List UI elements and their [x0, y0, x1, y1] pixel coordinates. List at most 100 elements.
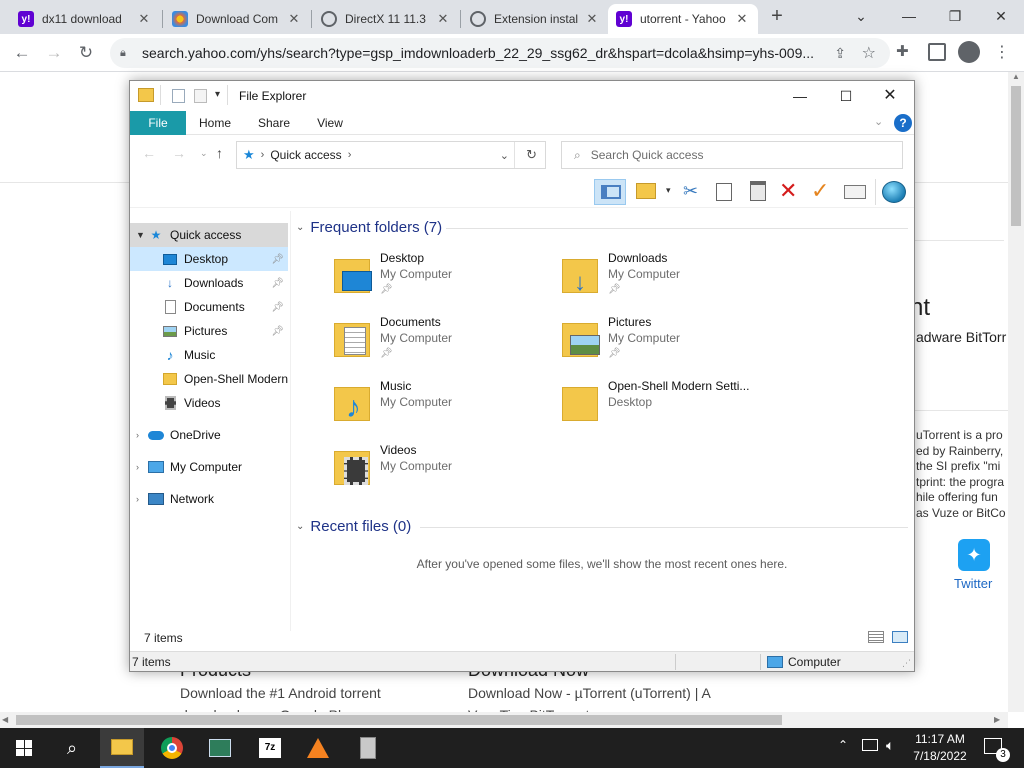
- paste-icon[interactable]: [750, 181, 766, 201]
- navigation-pane-toggle-icon[interactable]: [594, 179, 626, 205]
- pin-icon[interactable]: 📌︎: [380, 348, 393, 359]
- browser-tab-active[interactable]: y! utorrent - Yahoo ✕: [608, 4, 758, 34]
- scroll-thumb[interactable]: [16, 715, 782, 725]
- menu-kebab-icon[interactable]: ⋮: [994, 42, 1010, 62]
- forward-icon[interactable]: →: [40, 39, 68, 67]
- refresh-icon[interactable]: ↻: [526, 147, 537, 163]
- cut-icon[interactable]: ✂: [683, 181, 698, 202]
- taskbar-chrome-icon[interactable]: [150, 728, 194, 768]
- side-panel-icon[interactable]: [928, 43, 946, 61]
- clock-time[interactable]: 11:17 AM: [912, 732, 968, 746]
- folder-tile[interactable]: Videos My Computer: [332, 443, 542, 499]
- rename-icon[interactable]: [844, 185, 866, 199]
- minimize-icon[interactable]: —: [886, 0, 932, 32]
- frequent-folders-header[interactable]: ⌄ Frequent folders (7): [296, 219, 442, 236]
- maximize-icon[interactable]: ☐: [826, 83, 866, 109]
- lock-icon[interactable]: 🔒︎: [120, 47, 134, 60]
- expand-chevron-icon[interactable]: ›: [136, 462, 148, 472]
- browser-tab[interactable]: y! dx11 download ✕: [10, 4, 160, 34]
- large-icons-view-icon[interactable]: [892, 631, 908, 643]
- nav-my-computer[interactable]: › My Computer: [130, 455, 288, 479]
- scroll-up-icon[interactable]: ▲: [1011, 72, 1021, 86]
- nav-item-documents[interactable]: Documents 📌︎: [130, 295, 288, 319]
- scroll-thumb[interactable]: [1011, 86, 1021, 226]
- close-tab-icon[interactable]: ✕: [435, 11, 451, 27]
- address-bar[interactable]: ★ › Quick access › ⌄ ↻: [236, 141, 546, 169]
- help-icon[interactable]: ?: [894, 114, 912, 132]
- close-tab-icon[interactable]: ✕: [286, 11, 302, 27]
- collapse-chevron-icon[interactable]: ⌄: [296, 521, 304, 532]
- folder-tile[interactable]: Pictures My Computer 📌︎: [560, 315, 770, 371]
- restore-icon[interactable]: ❐: [932, 0, 978, 32]
- pane-splitter[interactable]: [290, 211, 291, 631]
- tab-file[interactable]: File: [130, 111, 186, 135]
- nav-item-open-shell[interactable]: Open-Shell Modern: [130, 367, 288, 391]
- delete-icon[interactable]: ✕: [779, 178, 797, 204]
- share-icon[interactable]: ⇪: [834, 45, 846, 62]
- expand-chevron-icon[interactable]: ▼: [136, 230, 148, 240]
- folder-tile[interactable]: Desktop My Computer 📌︎: [332, 251, 542, 307]
- expand-ribbon-icon[interactable]: ⌄: [874, 115, 883, 128]
- new-folder-icon[interactable]: [194, 89, 207, 103]
- internet-options-globe-icon[interactable]: [882, 181, 906, 203]
- properties-check-icon[interactable]: ✓: [811, 178, 829, 204]
- address-bar[interactable]: 🔒︎ search.yahoo.com/yhs/search?type=gsp_…: [110, 38, 890, 68]
- reload-icon[interactable]: ↻: [72, 39, 100, 67]
- recent-locations-icon[interactable]: ⌄: [200, 148, 208, 159]
- folder-tile[interactable]: Documents My Computer 📌︎: [332, 315, 542, 371]
- show-hidden-icons-icon[interactable]: ⌃: [838, 738, 848, 752]
- nav-item-desktop[interactable]: Desktop 📌︎: [130, 247, 288, 271]
- search-icon[interactable]: ⌕: [50, 728, 94, 768]
- copy-icon[interactable]: [716, 183, 732, 201]
- nav-network[interactable]: › Network: [130, 487, 288, 511]
- nav-onedrive[interactable]: › OneDrive: [130, 423, 288, 447]
- tab-home[interactable]: Home: [190, 111, 240, 135]
- volume-icon[interactable]: 🔈︎: [886, 737, 894, 754]
- address-dropdown-icon[interactable]: ⌄: [500, 149, 509, 162]
- new-tab-button[interactable]: +: [766, 5, 788, 27]
- explorer-app-icon[interactable]: [138, 88, 154, 102]
- nav-item-music[interactable]: ♪ Music: [130, 343, 288, 367]
- nav-quick-access[interactable]: ▼ ★ Quick access: [130, 223, 288, 247]
- profile-avatar-icon[interactable]: [958, 41, 980, 63]
- taskbar-app-icon[interactable]: [198, 728, 242, 768]
- close-window-icon[interactable]: ✕: [978, 0, 1024, 32]
- tab-share[interactable]: Share: [250, 111, 298, 135]
- nav-item-videos[interactable]: Videos: [130, 391, 288, 415]
- recent-files-header[interactable]: ⌄ Recent files (0): [296, 518, 411, 535]
- pin-icon[interactable]: 📌︎: [271, 254, 284, 265]
- expand-chevron-icon[interactable]: ›: [136, 430, 148, 440]
- customize-quick-access-icon[interactable]: ▾: [215, 89, 220, 100]
- pin-icon[interactable]: 📌︎: [608, 348, 621, 359]
- browser-tab[interactable]: Download Com ✕: [164, 4, 310, 34]
- scroll-left-icon[interactable]: ◀: [2, 715, 8, 724]
- nav-item-pictures[interactable]: Pictures 📌︎: [130, 319, 288, 343]
- pin-icon[interactable]: 📌︎: [271, 278, 284, 289]
- close-tab-icon[interactable]: ✕: [136, 11, 152, 27]
- folder-tile[interactable]: ↓ Downloads My Computer 📌︎: [560, 251, 770, 307]
- taskbar-file-explorer-icon[interactable]: [100, 728, 144, 768]
- taskbar-7zip-icon[interactable]: 7z: [248, 728, 292, 768]
- tab-view[interactable]: View: [306, 111, 354, 135]
- bookmark-star-icon[interactable]: ☆: [862, 43, 876, 63]
- expand-chevron-icon[interactable]: ›: [136, 494, 148, 504]
- tab-search-icon[interactable]: ⌄: [838, 0, 884, 32]
- close-icon[interactable]: ✕: [870, 83, 910, 109]
- taskbar-vlc-icon[interactable]: [296, 728, 340, 768]
- search-box[interactable]: ⌕ Search Quick access: [561, 141, 903, 169]
- folder-tile[interactable]: Open-Shell Modern Setti... Desktop: [560, 379, 770, 435]
- properties-icon[interactable]: [172, 89, 185, 103]
- pin-icon[interactable]: 📌︎: [608, 284, 621, 295]
- resize-grip-icon[interactable]: ⋰: [902, 658, 911, 669]
- twitter-icon[interactable]: ✦: [958, 539, 990, 571]
- pin-icon[interactable]: 📌︎: [271, 302, 284, 313]
- views-dropdown-icon[interactable]: ▾: [666, 185, 671, 196]
- back-icon[interactable]: ←: [8, 39, 36, 67]
- browser-tab[interactable]: DirectX 11 11.3 ✕: [313, 4, 459, 34]
- forward-icon[interactable]: →: [172, 145, 186, 161]
- pin-icon[interactable]: 📌︎: [380, 284, 393, 295]
- horizontal-scrollbar[interactable]: ◀ ▶: [0, 712, 1008, 728]
- network-status-icon[interactable]: [862, 739, 878, 751]
- minimize-icon[interactable]: —: [780, 83, 820, 109]
- twitter-link[interactable]: Twitter: [954, 576, 992, 591]
